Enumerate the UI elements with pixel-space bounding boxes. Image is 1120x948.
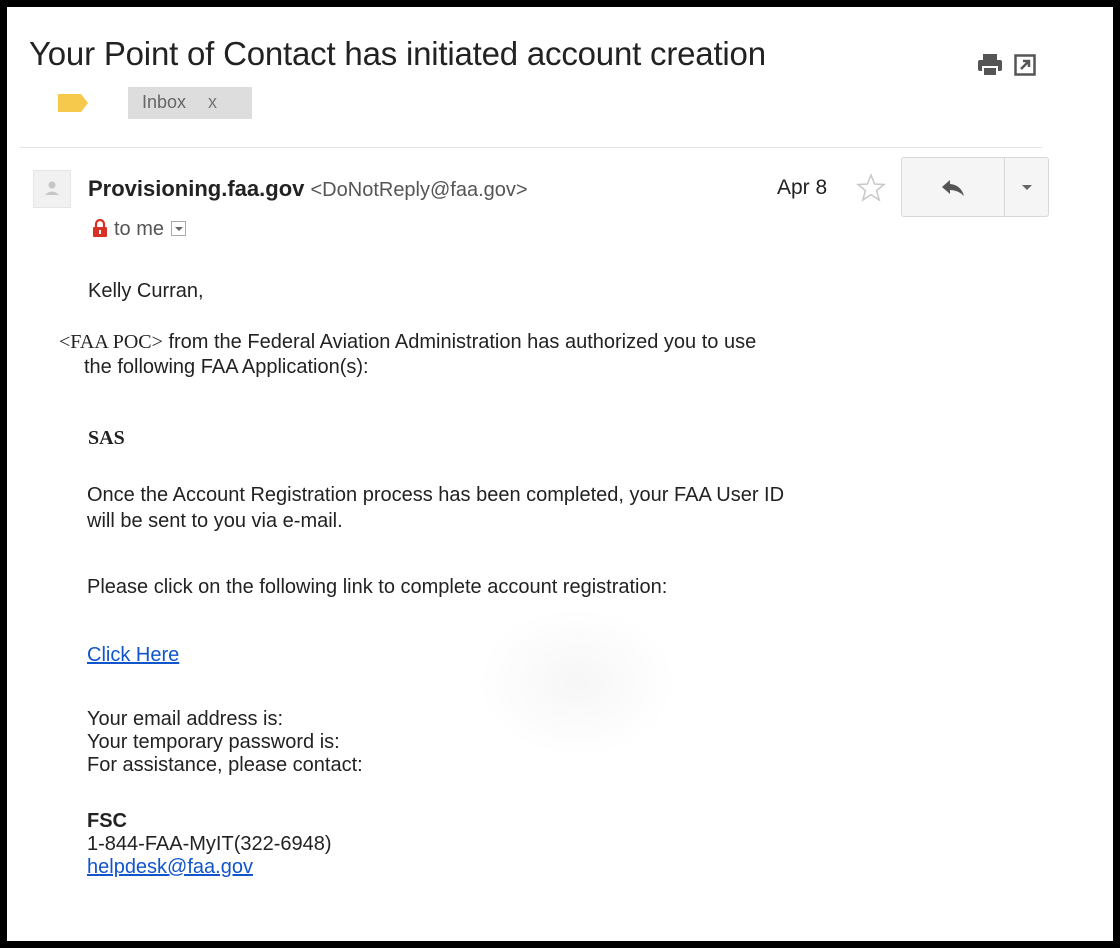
reply-button[interactable]	[901, 157, 1005, 217]
email-view: Your Point of Contact has initiated acco…	[7, 7, 1113, 941]
label-chip-text: Inbox	[142, 92, 187, 112]
email-subject: Your Point of Contact has initiated acco…	[29, 35, 766, 72]
registration-link[interactable]: Click Here	[87, 644, 179, 667]
reply-icon	[942, 180, 964, 196]
redaction-blur	[477, 607, 677, 757]
contact-phone: 1-844-FAA-MyIT(322-6948)	[87, 833, 332, 855]
label-chip-inbox[interactable]: Inbox x	[128, 87, 252, 119]
avatar[interactable]	[33, 170, 71, 208]
registration-line-1: Once the Account Registration process ha…	[87, 484, 785, 506]
assistance-line: For assistance, please contact:	[87, 754, 363, 776]
print-icon[interactable]	[977, 53, 1003, 77]
more-actions-button[interactable]	[1004, 157, 1049, 217]
label-tag-icon[interactable]	[57, 93, 89, 113]
contact-email-link[interactable]: helpdesk@faa.gov	[87, 856, 253, 879]
click-instruction: Please click on the following link to co…	[87, 576, 668, 598]
divider	[20, 147, 1042, 148]
sender-line: Provisioning.faa.gov <DoNotReply@faa.gov…	[88, 176, 528, 202]
contact-name: FSC	[87, 810, 127, 832]
poc-placeholder: <FAA POC>	[59, 331, 163, 353]
new-window-icon[interactable]	[1014, 54, 1036, 76]
sender-address: <DoNotReply@faa.gov>	[310, 179, 528, 201]
registration-line-2: will be sent to you via e-mail.	[87, 510, 343, 532]
email-address-line: Your email address is:	[87, 708, 284, 730]
authorization-text: from the Federal Aviation Administration…	[162, 331, 757, 353]
sender-name[interactable]: Provisioning.faa.gov	[88, 176, 304, 201]
star-icon[interactable]	[856, 173, 886, 203]
recipient-line[interactable]: to me	[93, 218, 187, 244]
authorization-line-2: the following FAA Application(s):	[84, 356, 369, 378]
remove-label-button[interactable]: x	[208, 92, 217, 112]
authorization-line-1: <FAA POC> from the Federal Aviation Admi…	[59, 331, 756, 354]
avatar-placeholder-icon	[45, 181, 59, 195]
recipient-text: to me	[114, 218, 165, 240]
application-name: SAS	[88, 427, 125, 449]
temporary-password-line: Your temporary password is:	[87, 731, 340, 753]
chevron-down-icon	[1022, 185, 1032, 190]
lock-icon	[93, 219, 107, 237]
show-details-dropdown[interactable]	[171, 221, 187, 236]
greeting: Kelly Curran,	[88, 280, 204, 302]
message-date: Apr 8	[777, 176, 828, 199]
